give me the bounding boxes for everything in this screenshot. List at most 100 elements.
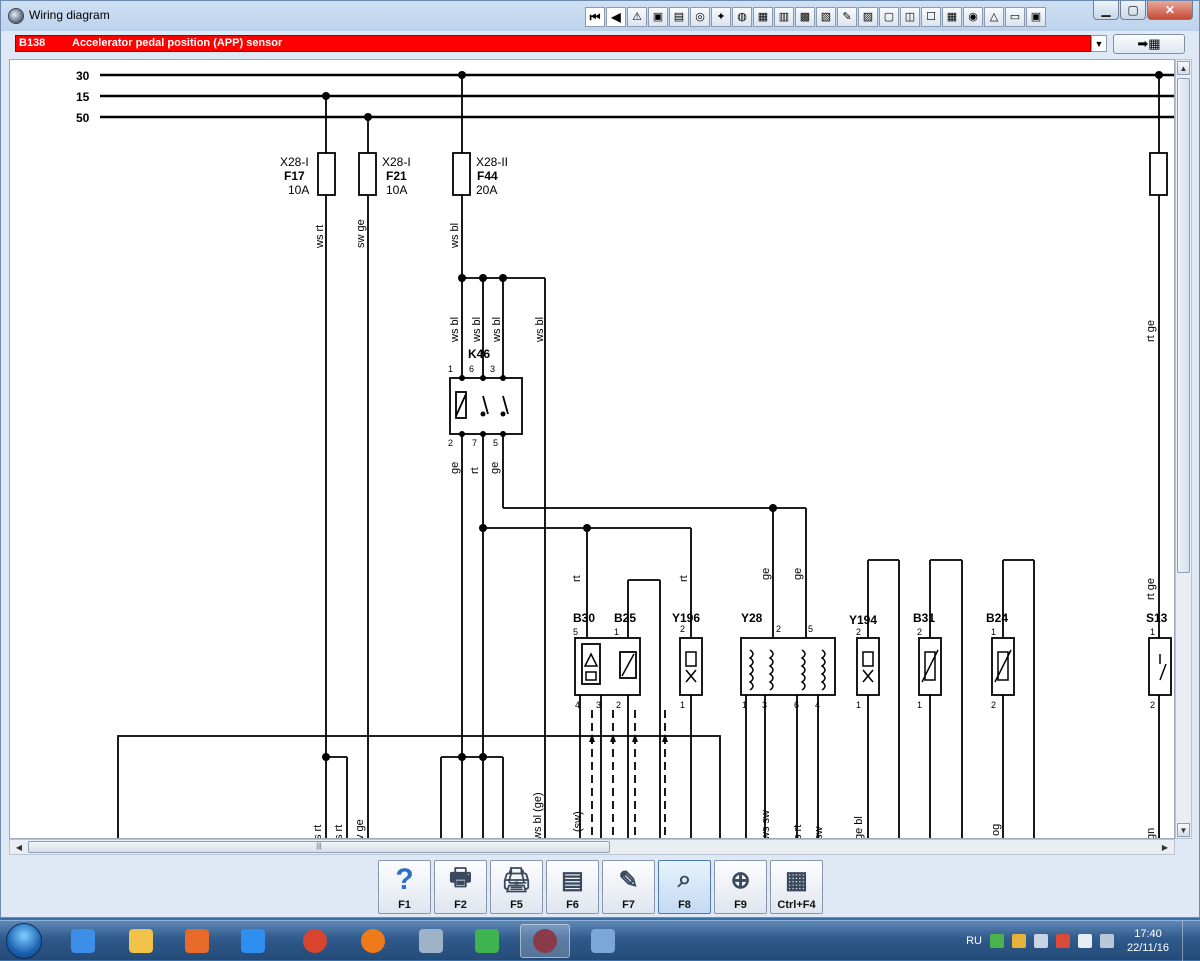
network-icon[interactable] <box>990 934 1004 948</box>
maximize-button[interactable]: ▢ <box>1120 1 1146 20</box>
fkey-f7-button[interactable]: ✎ F7 <box>602 860 655 914</box>
fkey-f6-button[interactable]: ▤ F6 <box>546 860 599 914</box>
wiring-diagram-canvas[interactable]: 30 15 50 X28-I F17 10A X28-I F21 10A X28… <box>9 59 1175 839</box>
taskbar-item[interactable] <box>58 924 108 958</box>
taskbar-item[interactable] <box>348 924 398 958</box>
bus-label-30: 30 <box>76 69 90 83</box>
taskbar-item[interactable] <box>228 924 278 958</box>
wire-label: ws rt <box>314 225 326 249</box>
fuse-f17 <box>317 152 336 196</box>
tool-11-icon[interactable]: ▢ <box>879 7 899 27</box>
taskbar-item[interactable] <box>290 924 340 958</box>
svg-text:1: 1 <box>448 364 453 374</box>
taskbar-item[interactable] <box>172 924 222 958</box>
fkey-f9-button[interactable]: ⊕ F9 <box>714 860 767 914</box>
start-button[interactable] <box>6 923 42 959</box>
tool-10-icon[interactable]: ▨ <box>858 7 878 27</box>
fuse-f44-conn: X28-II <box>476 155 508 169</box>
fkey-ctrl-f4-button[interactable]: ▦ Ctrl+F4 <box>770 860 823 914</box>
vertical-scroll-thumb[interactable] <box>1177 78 1190 573</box>
fkey-label: Ctrl+F4 <box>777 899 816 911</box>
horizontal-scrollbar[interactable]: ◀ ||| ▶ <box>9 839 1175 855</box>
info-icon[interactable]: ▣ <box>648 7 668 27</box>
fuse-f44 <box>452 152 471 196</box>
svg-text:ws sw: ws sw <box>760 810 772 839</box>
action-center-icon[interactable] <box>1056 934 1070 948</box>
tool-15-icon[interactable]: ◉ <box>963 7 983 27</box>
tool-18-icon[interactable]: ▣ <box>1026 7 1046 27</box>
svg-text:(sw): (sw) <box>572 811 584 832</box>
scroll-right-icon[interactable]: ▶ <box>1158 841 1172 853</box>
scroll-down-icon[interactable]: ▼ <box>1177 823 1190 837</box>
scroll-up-icon[interactable]: ▲ <box>1177 61 1190 75</box>
tool-14-icon[interactable]: ▦ <box>942 7 962 27</box>
fuse-f17-conn: X28-I <box>280 155 309 169</box>
fkey-f2-button[interactable]: 🖶 F2 <box>434 860 487 914</box>
fkey-f8-button[interactable]: ⌕ F8 <box>658 860 711 914</box>
taskbar-item[interactable] <box>520 924 570 958</box>
fkey-f1-button[interactable]: ? F1 <box>378 860 431 914</box>
language-indicator[interactable]: RU <box>966 935 982 947</box>
title-bar: Wiring diagram ⏮ ◀ ⚠ ▣ ▤ ◎ ✦ ◍ ▦ ▥ ▩ ▧ ✎ ▨ ▢ ◫ ☐ ▦ ◉ △ ▭ ▣ ▁ … <box>1 1 1199 31</box>
vertical-scrollbar[interactable]: ▲ ▼ <box>1175 59 1192 839</box>
tool-13-icon[interactable]: ☐ <box>921 7 941 27</box>
wiring-diagram: 30 15 50 X28-I F17 10A X28-I F21 10A X28… <box>76 69 1174 839</box>
tool-16-icon[interactable]: △ <box>984 7 1004 27</box>
tool-4-icon[interactable]: ◍ <box>732 7 752 27</box>
horizontal-scroll-thumb[interactable]: ||| <box>28 841 610 853</box>
svg-text:rt: rt <box>571 575 583 582</box>
fuse-f21 <box>358 152 377 196</box>
tool-3-icon[interactable]: ✦ <box>711 7 731 27</box>
window-controls: ▁ ▢ ✕ <box>1093 1 1193 20</box>
tool-1-icon[interactable]: ▤ <box>669 7 689 27</box>
minimize-button[interactable]: ▁ <box>1093 1 1119 20</box>
taskbar-item[interactable] <box>116 924 166 958</box>
bus-label-50: 50 <box>76 111 90 125</box>
wire-label: ws bl <box>449 317 461 343</box>
device-icon[interactable] <box>1100 934 1114 948</box>
first-icon[interactable]: ⏮ <box>585 7 605 27</box>
taskbar-item[interactable] <box>406 924 456 958</box>
svg-text:5: 5 <box>573 627 578 637</box>
clock[interactable]: 17:40 22/11/16 <box>1122 927 1174 955</box>
tool-17-icon[interactable]: ▭ <box>1005 7 1025 27</box>
app-icon[interactable] <box>8 8 24 24</box>
fkey-f5-button[interactable]: 🖨 F5 <box>490 860 543 914</box>
svg-text:ge: ge <box>760 568 772 580</box>
warning-icon[interactable]: ⚠ <box>627 7 647 27</box>
toolbar: ⏮ ◀ ⚠ ▣ ▤ ◎ ✦ ◍ ▦ ▥ ▩ ▧ ✎ ▨ ▢ ◫ ☐ ▦ ◉ △ ▭ ▣ <box>585 7 1046 29</box>
chevron-down-icon[interactable]: ▼ <box>1091 35 1107 52</box>
fkey-label: F2 <box>454 899 467 911</box>
svg-text:5: 5 <box>493 438 498 448</box>
back-icon[interactable]: ◀ <box>606 7 626 27</box>
svg-text:2: 2 <box>680 624 685 634</box>
monitor-icon[interactable] <box>1034 934 1048 948</box>
component-label: B25 <box>614 611 636 625</box>
tool-6-icon[interactable]: ▥ <box>774 7 794 27</box>
tool-8-icon[interactable]: ▧ <box>816 7 836 27</box>
volume-icon[interactable] <box>1078 934 1092 948</box>
tool-7-icon[interactable]: ▩ <box>795 7 815 27</box>
component-selector[interactable]: B138 Accelerator pedal position (APP) se… <box>15 35 1091 52</box>
tool-12-icon[interactable]: ◫ <box>900 7 920 27</box>
svg-text:gn: gn <box>1145 828 1157 839</box>
fuse-f21-name: F21 <box>386 169 407 183</box>
table-icon: ▦ <box>785 866 808 894</box>
svg-text:2: 2 <box>856 627 861 637</box>
window-title: Wiring diagram <box>29 8 110 22</box>
tool-2-icon[interactable]: ◎ <box>690 7 710 27</box>
wire-label: ws bl <box>491 317 503 343</box>
show-desktop-button[interactable] <box>1182 921 1192 961</box>
taskbar-item[interactable] <box>578 924 628 958</box>
tool-5-icon[interactable]: ▦ <box>753 7 773 27</box>
tool-9-icon[interactable]: ✎ <box>837 7 857 27</box>
fuse-f17-name: F17 <box>284 169 305 183</box>
clover-icon <box>475 929 499 953</box>
svg-text:og: og <box>990 824 1002 836</box>
close-button[interactable]: ✕ <box>1147 1 1193 20</box>
warning-flag-icon[interactable] <box>1012 934 1026 948</box>
taskbar-item[interactable] <box>462 924 512 958</box>
bus-label-15: 15 <box>76 90 90 104</box>
goto-component-button[interactable]: ➡▦ <box>1113 34 1185 54</box>
scroll-left-icon[interactable]: ◀ <box>12 841 26 853</box>
